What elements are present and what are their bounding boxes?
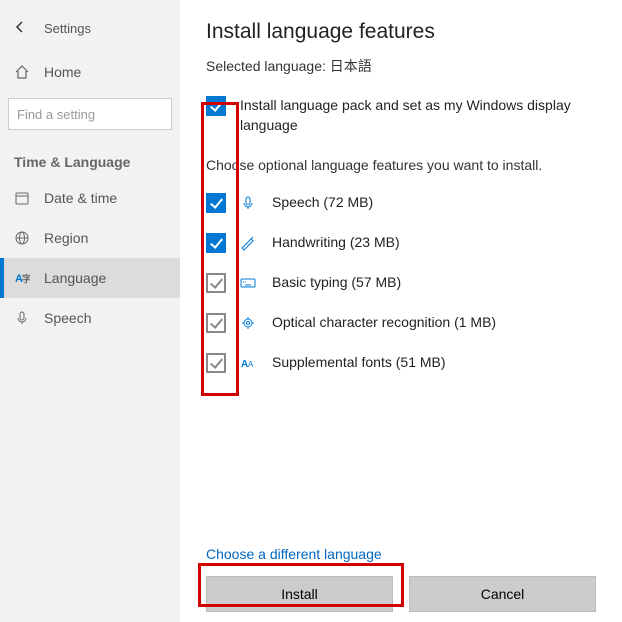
microphone-icon: [240, 195, 258, 211]
keyboard-icon: [240, 275, 258, 291]
svg-text:A: A: [248, 360, 254, 369]
home-label: Home: [44, 64, 81, 80]
back-header[interactable]: Settings: [0, 10, 180, 46]
fonts-icon: AA: [240, 355, 258, 371]
feature-label: Speech (72 MB): [272, 193, 373, 213]
page-title: Install language features: [206, 20, 596, 44]
feature-label: Optical character recognition (1 MB): [272, 313, 496, 333]
handwriting-icon: [240, 235, 258, 251]
sidebar-item-region[interactable]: Region: [0, 218, 180, 258]
feature-label: Handwriting (23 MB): [272, 233, 400, 253]
sidebar-item-label: Language: [44, 270, 106, 286]
calendar-clock-icon: [14, 190, 30, 206]
home-icon: [14, 64, 30, 80]
instructions-text: Choose optional language features you wa…: [206, 157, 596, 173]
feature-label: Install language pack and set as my Wind…: [240, 96, 596, 135]
globe-icon: [14, 230, 30, 246]
sidebar-item-speech[interactable]: Speech: [0, 298, 180, 338]
sidebar-item-label: Speech: [44, 310, 91, 326]
svg-text:字: 字: [22, 273, 30, 284]
feature-label: Supplemental fonts (51 MB): [272, 353, 446, 373]
settings-title: Settings: [44, 21, 91, 36]
sidebar: Settings Home Time & Language Date & tim…: [0, 0, 180, 622]
choose-different-language-link[interactable]: Choose a different language: [206, 526, 596, 562]
home-nav[interactable]: Home: [0, 54, 180, 90]
main-panel: Install language features Selected langu…: [180, 0, 622, 622]
selected-language: 日本語: [330, 58, 372, 74]
annotation-box: [201, 102, 239, 396]
feature-label: Basic typing (57 MB): [272, 273, 401, 293]
sidebar-item-label: Region: [44, 230, 88, 246]
back-arrow-icon: [12, 19, 28, 38]
sidebar-item-language[interactable]: A字 Language: [0, 258, 180, 298]
microphone-icon: [14, 310, 30, 326]
ocr-icon: [240, 315, 258, 331]
cancel-button[interactable]: Cancel: [409, 576, 596, 612]
sidebar-item-date-time[interactable]: Date & time: [0, 178, 180, 218]
language-a-icon: A字: [14, 270, 30, 286]
sidebar-item-label: Date & time: [44, 190, 117, 206]
search-input[interactable]: [8, 98, 172, 130]
annotation-box: [198, 563, 404, 607]
category-heading: Time & Language: [0, 138, 180, 178]
subtitle: Selected language: 日本語: [206, 56, 596, 76]
